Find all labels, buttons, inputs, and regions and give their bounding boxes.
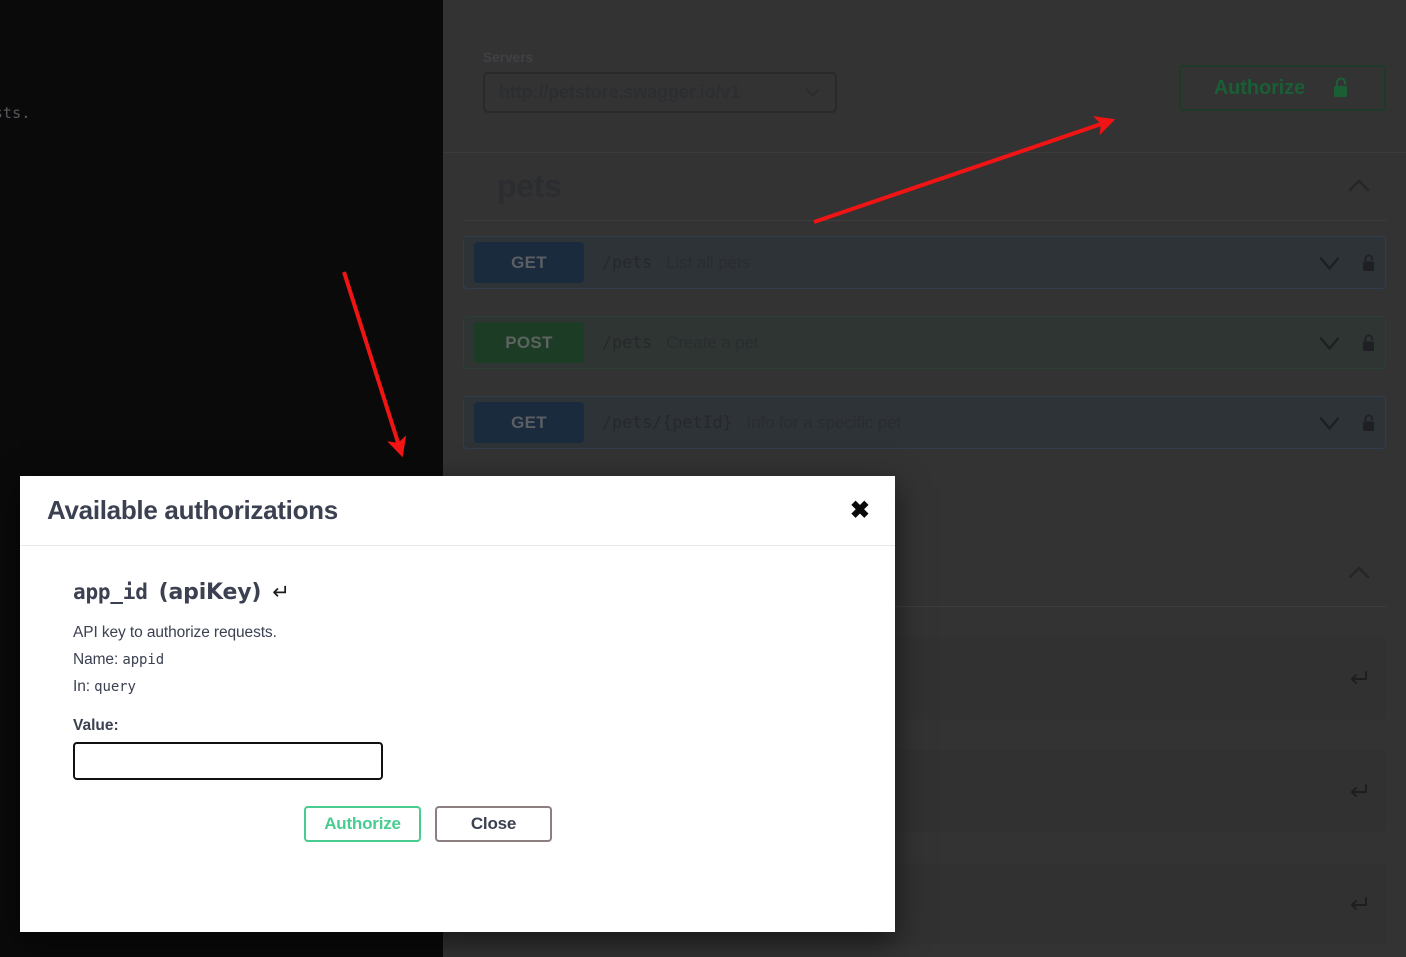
available-authorizations-dialog: Available authorizations ✖ app_id (apiKe…: [20, 476, 895, 932]
tag-section-pets: pets GET /pets List all pets: [443, 152, 1406, 451]
auth-scheme-heading: app_id (apiKey) ↵: [73, 580, 868, 605]
chevron-up-icon[interactable]: [1346, 560, 1372, 586]
api-key-value-input[interactable]: [73, 742, 383, 780]
auth-scheme-kind: (apiKey): [159, 580, 262, 605]
http-method-badge: GET: [474, 402, 584, 443]
operation-row-controls: [1317, 250, 1377, 275]
unlocked-padlock-icon[interactable]: [1360, 412, 1377, 433]
name-value: appid: [122, 652, 164, 668]
unlocked-padlock-icon[interactable]: [1360, 252, 1377, 273]
http-method-badge: POST: [474, 322, 584, 363]
return-arrow-icon: ↵: [272, 580, 289, 604]
operation-summary: List all pets: [666, 253, 750, 273]
auth-scheme-description: API key to authorize requests.: [73, 624, 868, 642]
operation-row-controls: [1317, 410, 1377, 435]
auth-scheme-in-row: In: query: [73, 678, 868, 696]
dialog-title: Available authorizations: [20, 495, 338, 526]
return-arrow-icon: [1346, 892, 1370, 916]
server-url-value: http://petstore.swagger.io/v1: [499, 82, 740, 103]
operation-row[interactable]: GET /pets List all pets: [463, 236, 1386, 289]
authorize-button[interactable]: Authorize: [1179, 65, 1386, 111]
auth-scheme-name: app_id: [73, 580, 148, 604]
tag-header[interactable]: pets: [463, 152, 1386, 221]
return-arrow-icon: [1346, 666, 1370, 690]
return-arrow-icon: [1346, 779, 1370, 803]
tag-title: pets: [463, 168, 562, 205]
operation-row[interactable]: GET /pets/{petId} Info for a specific pe…: [463, 396, 1386, 449]
dialog-actions: Authorize Close: [304, 806, 868, 842]
server-url-select[interactable]: http://petstore.swagger.io/v1: [483, 72, 837, 113]
chevron-down-icon: [804, 84, 821, 101]
operation-path: /pets/{petId}: [602, 413, 732, 433]
close-dialog-button[interactable]: Close: [435, 806, 552, 842]
chevron-down-icon[interactable]: [1317, 410, 1342, 435]
authorize-submit-button[interactable]: Authorize: [304, 806, 421, 842]
operation-summary: Create a pet: [666, 333, 758, 353]
value-label: Value:: [73, 717, 868, 735]
operation-summary: Info for a specific pet: [746, 413, 901, 433]
dialog-body: app_id (apiKey) ↵ API key to authorize r…: [20, 546, 895, 842]
name-label: Name:: [73, 651, 118, 668]
unlocked-padlock-icon: [1331, 76, 1351, 100]
dialog-header: Available authorizations ✖: [20, 476, 895, 546]
servers-block: Servers http://petstore.swagger.io/v1: [483, 50, 837, 113]
chevron-up-icon[interactable]: [1346, 173, 1372, 199]
operation-row[interactable]: POST /pets Create a pet: [463, 316, 1386, 369]
operation-path: /pets: [602, 333, 652, 353]
unlocked-padlock-icon[interactable]: [1360, 332, 1377, 353]
http-method-badge: GET: [474, 242, 584, 283]
in-label: In:: [73, 678, 90, 695]
operation-path: /pets: [602, 253, 652, 273]
chevron-down-icon[interactable]: [1317, 330, 1342, 355]
auth-scheme-name-row: Name: appid: [73, 651, 868, 669]
close-icon[interactable]: ✖: [846, 495, 874, 527]
operation-row-controls: [1317, 330, 1377, 355]
chevron-down-icon[interactable]: [1317, 250, 1342, 275]
servers-label: Servers: [483, 50, 837, 65]
in-value: query: [94, 679, 136, 695]
operations-list: GET /pets List all pets POST: [463, 221, 1386, 449]
terminal-text: quests.: [0, 104, 31, 122]
authorize-button-label: Authorize: [1214, 77, 1305, 100]
